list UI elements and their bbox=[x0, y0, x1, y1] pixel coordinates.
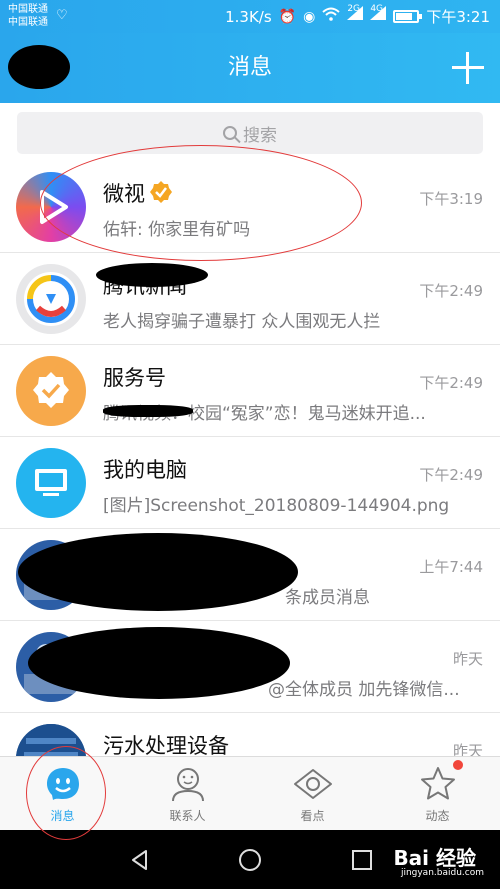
network-speed: 1.3K/s bbox=[225, 7, 272, 26]
baidu-jingyan-watermark: Bai 经验 bbox=[393, 846, 476, 870]
annotation-circle-weishi bbox=[40, 145, 362, 261]
notification-dot bbox=[453, 760, 463, 770]
carrier-2: 中国联通 bbox=[8, 17, 48, 28]
conversation-row-group-2[interactable]: 试群 @全体成员 加先锋微信... 昨天 bbox=[0, 621, 500, 713]
carrier-info: 中国联通 中国联通 bbox=[8, 3, 48, 29]
eye-icon bbox=[293, 769, 332, 799]
qq-messages-screen: 中国联通 中国联通 ♡ 1.3K/s ⏰ ◉ 2G 4G 下午3:21 消息 搜… bbox=[0, 0, 500, 889]
clock: 下午3:21 bbox=[426, 8, 490, 26]
signal-1-icon: 2G bbox=[347, 4, 364, 27]
battery-icon bbox=[393, 10, 423, 23]
tab-contacts[interactable]: 联系人 bbox=[125, 757, 250, 830]
page-title: 消息 bbox=[227, 55, 272, 80]
search-placeholder: 搜索 bbox=[243, 125, 277, 146]
my-pc-avatar bbox=[16, 448, 86, 518]
heart-rate-icon: ♡ bbox=[56, 8, 68, 23]
redaction-mark bbox=[18, 533, 298, 611]
status-icons: 1.3K/s ⏰ ◉ 2G 4G 下午3:21 bbox=[225, 4, 490, 27]
watermark-url: jingyan.baidu.com bbox=[400, 868, 484, 878]
service-badge-icon bbox=[33, 372, 69, 408]
tab-feeds[interactable]: 动态 bbox=[375, 757, 500, 830]
signal-2-icon: 4G bbox=[370, 4, 387, 27]
conversation-time: 下午2:49 bbox=[419, 466, 483, 484]
redaction-mark bbox=[96, 263, 208, 287]
redaction-mark bbox=[28, 627, 290, 699]
carrier-1: 中国联通 bbox=[8, 4, 48, 15]
eye-care-icon: ◉ bbox=[303, 8, 316, 25]
conversation-row-my-pc[interactable]: 我的电脑 [图片]Screenshot_20180809-144904.png … bbox=[0, 437, 500, 529]
conversation-name: 我的电脑 bbox=[103, 458, 187, 482]
alarm-icon: ⏰ bbox=[278, 8, 297, 25]
wifi-icon bbox=[322, 7, 340, 26]
star-icon bbox=[420, 767, 455, 800]
conversation-time: 下午3:19 bbox=[419, 190, 483, 208]
conversation-row-service[interactable]: 服务号 腾讯视频：校园“冤家”恋！鬼马迷妹开追... 下午2:49 bbox=[0, 345, 500, 437]
contacts-icon bbox=[171, 768, 204, 802]
conversation-preview: 条成员消息 bbox=[285, 588, 370, 608]
system-navigation-bar: Bai 经验 jingyan.baidu.com bbox=[0, 830, 500, 889]
service-avatar bbox=[16, 356, 86, 426]
signal-1-label: 2G bbox=[347, 4, 361, 14]
back-icon[interactable] bbox=[128, 848, 152, 872]
search-icon bbox=[223, 126, 237, 140]
conversation-preview: 老人揭穿骗子遭暴打 众人围观无人拦 bbox=[103, 312, 381, 332]
tab-label: 动态 bbox=[425, 809, 450, 823]
conversation-row-group-1[interactable]: 群 条成员消息 上午7:44 bbox=[0, 529, 500, 621]
home-icon[interactable] bbox=[238, 848, 262, 872]
tab-label: 联系人 bbox=[169, 809, 206, 823]
plus-icon[interactable] bbox=[450, 50, 486, 86]
conversation-time: 昨天 bbox=[452, 742, 483, 756]
battery-level bbox=[396, 13, 413, 20]
status-bar: 中国联通 中国联通 ♡ 1.3K/s ⏰ ◉ 2G 4G 下午3:21 bbox=[0, 0, 500, 33]
header-bar: 消息 bbox=[0, 33, 500, 103]
news-logo-icon bbox=[24, 272, 78, 326]
conversation-preview: @全体成员 加先锋微信... bbox=[268, 680, 460, 700]
conversation-time: 下午2:49 bbox=[419, 374, 483, 392]
conversation-time: 上午7:44 bbox=[419, 558, 483, 576]
monitor-icon bbox=[35, 469, 67, 496]
tencent-news-avatar bbox=[16, 264, 86, 334]
conversation-time: 昨天 bbox=[452, 650, 483, 668]
conversation-name: 服务号 bbox=[103, 366, 166, 390]
annotation-circle-messages-tab bbox=[26, 746, 106, 840]
redaction-mark bbox=[103, 405, 193, 417]
conversation-preview: [图片]Screenshot_20180809-144904.png bbox=[103, 496, 450, 516]
recents-icon[interactable] bbox=[350, 848, 374, 872]
conversation-time: 下午2:49 bbox=[419, 282, 483, 300]
conversation-name: 污水处理设备 bbox=[103, 734, 229, 756]
tab-label: 看点 bbox=[300, 809, 325, 823]
tab-kandian[interactable]: 看点 bbox=[250, 757, 375, 830]
signal-2-label: 4G bbox=[370, 4, 384, 14]
conversation-row-news[interactable]: 腾讯新闻 老人揭穿骗子遭暴打 众人围观无人拦 下午2:49 bbox=[0, 253, 500, 345]
